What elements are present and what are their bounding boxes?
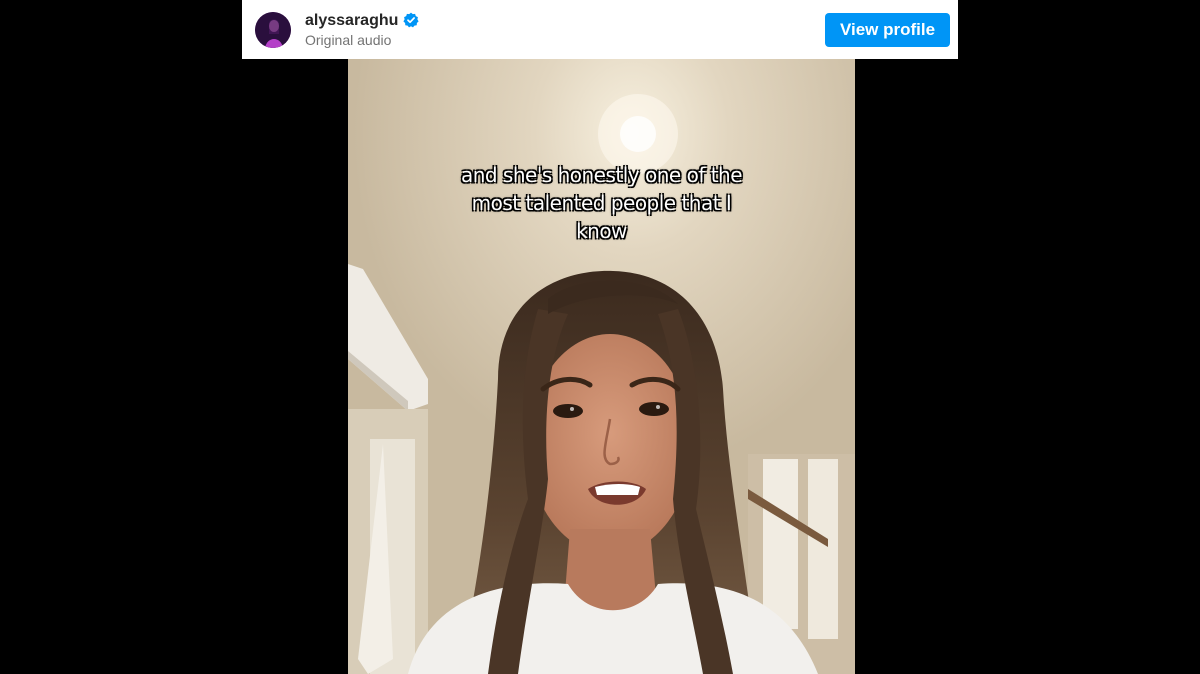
verified-badge-icon	[403, 12, 419, 28]
username[interactable]: alyssaraghu	[305, 11, 398, 30]
video-caption: and she's honestly one of the most talen…	[348, 161, 855, 245]
video-player[interactable]: and she's honestly one of the most talen…	[348, 59, 855, 674]
account-info: alyssaraghu Original audio	[305, 11, 419, 49]
caption-line: most talented people that I	[471, 191, 732, 215]
video-frame	[348, 59, 855, 674]
audio-label[interactable]: Original audio	[305, 31, 419, 49]
embed-player: alyssaraghu Original audio View profile	[0, 0, 1200, 674]
caption-line: know	[576, 219, 627, 243]
caption-line: and she's honestly one of the	[460, 163, 743, 187]
post-header: alyssaraghu Original audio View profile	[242, 0, 958, 59]
username-row: alyssaraghu	[305, 11, 419, 30]
profile-avatar[interactable]	[255, 11, 291, 48]
avatar-image	[255, 11, 291, 48]
view-profile-button[interactable]: View profile	[825, 12, 950, 47]
